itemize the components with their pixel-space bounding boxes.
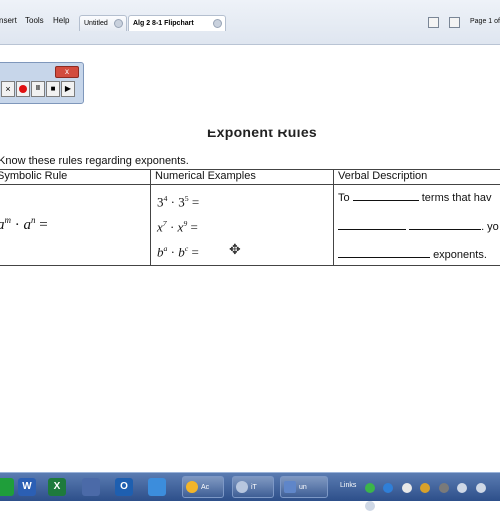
taskbar-app-button[interactable]: un (280, 476, 328, 498)
close-icon[interactable]: x (55, 66, 79, 78)
play-button[interactable]: ▶ (61, 81, 75, 97)
answer-blank[interactable] (409, 219, 482, 230)
excel-icon[interactable]: X (48, 478, 66, 496)
record-icon (19, 85, 27, 93)
itunes-icon (236, 481, 248, 493)
tray-icon[interactable] (383, 483, 394, 493)
dropbox-icon[interactable] (148, 478, 166, 496)
menu-insert[interactable]: nsert (0, 16, 17, 25)
app-icon (284, 481, 296, 493)
record-button[interactable] (16, 81, 30, 97)
page-sort-icon[interactable] (449, 17, 460, 28)
stop-button[interactable]: ■ (46, 81, 60, 97)
menu-help[interactable]: Help (53, 16, 69, 25)
tray-icon[interactable] (420, 483, 431, 493)
taskbar-app-button[interactable]: Ac (182, 476, 224, 498)
outlook-icon[interactable]: O (115, 478, 133, 496)
tray-icon[interactable] (457, 483, 468, 493)
menu-tools[interactable]: Tools (25, 16, 44, 25)
verbal-line-2: . yo (338, 219, 499, 233)
tab-flipchart[interactable]: Alg 2 8-1 Flipchart (128, 15, 226, 31)
page-title: Exponent Rules (207, 124, 317, 140)
verbal-line-3: exponents. (338, 247, 487, 261)
explorer-icon[interactable] (82, 478, 100, 496)
tab-close-icon[interactable] (213, 19, 222, 28)
tray-icon[interactable] (438, 483, 449, 493)
word-icon[interactable]: W (18, 478, 36, 496)
answer-blank[interactable] (338, 247, 430, 258)
tray-icon[interactable] (401, 483, 412, 493)
table-header-border (0, 184, 500, 185)
tab-close-icon[interactable] (114, 19, 123, 28)
tray-icon[interactable] (365, 501, 375, 511)
pause-button[interactable]: II (31, 81, 45, 97)
page-view-icon[interactable] (428, 17, 439, 28)
answer-blank[interactable] (352, 190, 419, 201)
page-indicator: Page 1 of (470, 18, 500, 25)
tab-label: Untitled (84, 20, 108, 27)
table-column-divider (333, 169, 334, 266)
verbal-line-1: To terms that hav (338, 190, 492, 204)
start-orb-icon[interactable] (0, 478, 14, 496)
example-row: ba · bc = (157, 244, 199, 260)
header-numerical-examples: Numerical Examples (155, 170, 256, 182)
app-icon (186, 481, 198, 493)
system-tray (365, 480, 500, 511)
recorder-toolbar[interactable]: x × II ■ ▶ (0, 62, 84, 104)
cancel-record-button[interactable]: × (1, 81, 15, 97)
taskbar: W X O Ac iT un Links (0, 472, 500, 511)
tray-icon[interactable] (475, 483, 486, 493)
links-toolbar[interactable]: Links (340, 482, 356, 489)
header-verbal-description: Verbal Description (338, 170, 428, 182)
app-toolbar: nsert Tools Help Untitled Alg 2 8-1 Flip… (0, 0, 500, 45)
table-column-divider (150, 169, 151, 266)
instruction-text: Know these rules regarding exponents. (0, 155, 189, 167)
example-row: 34 · 35 = (157, 194, 200, 210)
header-symbolic-rule: Symbolic Rule (0, 170, 68, 182)
tab-untitled[interactable]: Untitled (79, 15, 127, 31)
symbolic-rule: am · an = (0, 215, 48, 233)
taskbar-app-button[interactable]: iT (232, 476, 274, 498)
answer-blank[interactable] (338, 219, 406, 230)
move-cursor-icon: ✥ (229, 241, 241, 257)
example-row: x7 · x9 = (157, 219, 198, 235)
tab-label: Alg 2 8-1 Flipchart (133, 20, 194, 27)
table-bottom-border (0, 265, 500, 266)
tray-icon[interactable] (365, 483, 375, 493)
